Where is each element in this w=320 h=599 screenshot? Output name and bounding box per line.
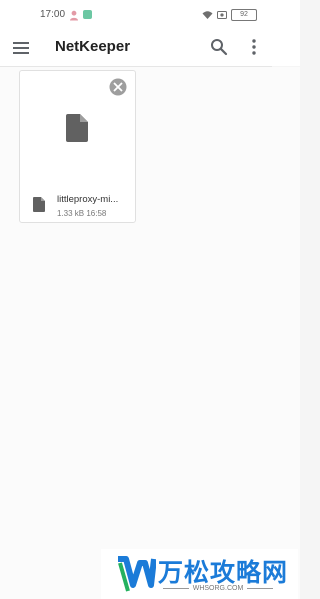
status-icons: 92 [202,9,257,21]
file-type-icon [33,197,45,212]
status-time: 17:00 [40,9,66,20]
battery-icon: 92 [231,9,257,21]
file-card[interactable]: littleproxy-mi... 1.33 kB 16:58 [19,70,136,223]
select-toggle-icon[interactable] [109,78,127,96]
screenshot-icon [217,11,227,19]
app-notification-icon [83,10,92,19]
menu-icon[interactable] [13,41,29,55]
watermark-subtitle: WHSORG.COM [158,585,278,592]
watermark: 万松攻略网 WHSORG.COM [101,549,298,599]
app-bar: NetKeeper [0,32,300,66]
more-vert-icon[interactable] [247,38,261,56]
file-name: littleproxy-mi... [57,194,119,205]
document-thumbnail-icon [66,114,88,142]
app-title: NetKeeper [55,38,131,55]
watermark-logo-icon [118,556,156,592]
search-icon[interactable] [210,38,228,56]
file-meta: 1.33 kB 16:58 [57,209,107,218]
status-bar: 17:00 92 [0,0,300,32]
watermark-title: 万松攻略网 [158,559,289,587]
user-notification-icon [70,10,78,21]
wifi-icon [202,11,213,19]
file-grid: littleproxy-mi... 1.33 kB 16:58 [0,67,300,599]
